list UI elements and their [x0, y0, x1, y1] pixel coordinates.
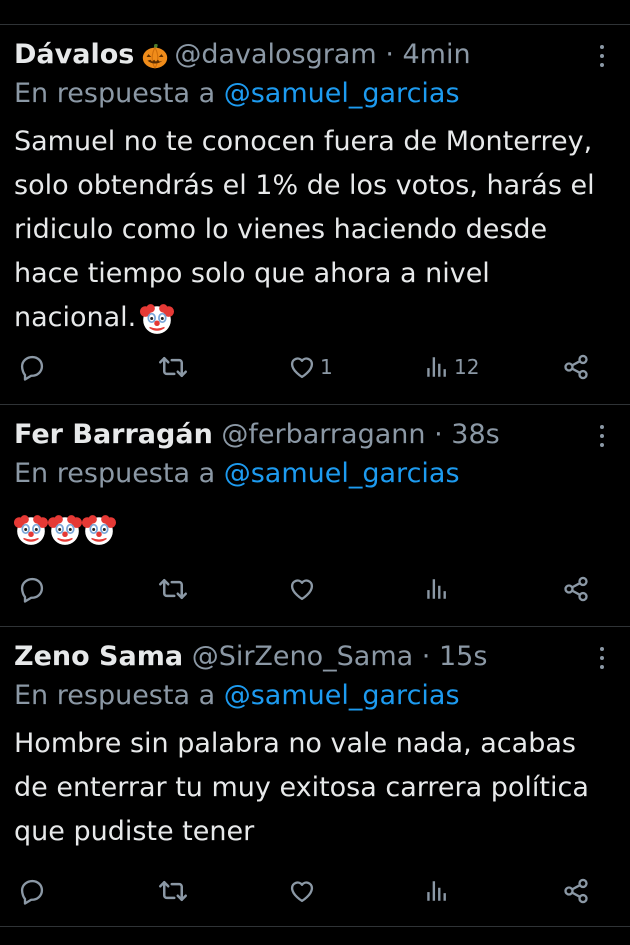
tweet-actions	[0, 569, 630, 609]
retweet-button[interactable]	[158, 569, 188, 609]
share-icon	[562, 877, 590, 905]
more-options-icon[interactable]	[590, 419, 614, 453]
tweet-text: Hombre sin palabra no vale nada, acabas …	[14, 722, 616, 854]
display-name[interactable]: Fer Barragán	[14, 419, 213, 450]
reply-context: En respuesta a @samuel_garcias	[14, 456, 460, 492]
retweet-icon	[158, 574, 188, 604]
reply-button[interactable]	[18, 871, 46, 911]
reply-to-link[interactable]: @samuel_garcias	[224, 78, 460, 109]
view-count: 12	[454, 355, 480, 379]
reply-prefix: En respuesta a	[14, 680, 216, 711]
user-handle[interactable]: @ferbarragann	[221, 419, 425, 450]
retweet-icon	[158, 876, 188, 906]
share-button[interactable]	[562, 569, 590, 609]
like-button[interactable]	[288, 569, 316, 609]
like-button[interactable]: 1	[288, 347, 333, 387]
reply-prefix: En respuesta a	[14, 78, 216, 109]
timestamp[interactable]: 15s	[439, 641, 487, 672]
like-button[interactable]	[288, 871, 316, 911]
pumpkin-icon	[140, 41, 170, 71]
views-button[interactable]	[424, 569, 450, 609]
views-icon	[424, 576, 450, 602]
display-name[interactable]: Zeno Sama	[14, 641, 183, 672]
views-button[interactable]	[424, 871, 450, 911]
retweet-button[interactable]	[158, 347, 188, 387]
tweet-text: Samuel no te conocen fuera de Monterrey,…	[14, 120, 616, 340]
clown-face-icon	[82, 513, 116, 547]
tweet-actions	[0, 871, 630, 911]
share-button[interactable]	[562, 871, 590, 911]
more-options-icon[interactable]	[590, 39, 614, 73]
reply-to-link[interactable]: @samuel_garcias	[224, 680, 460, 711]
share-button[interactable]	[562, 347, 590, 387]
separator-dot: ·	[385, 39, 394, 70]
timestamp[interactable]: 4min	[403, 39, 471, 70]
retweet-button[interactable]	[158, 871, 188, 911]
like-count: 1	[320, 355, 333, 379]
user-handle[interactable]: @davalosgram	[174, 39, 376, 70]
more-options-icon[interactable]	[590, 641, 614, 675]
tweet-text	[14, 509, 616, 549]
tweet-header: Dávalos @davalosgram · 4min	[14, 35, 570, 75]
tweet-actions: 1 12	[0, 347, 630, 387]
views-icon	[424, 878, 450, 904]
tweet-text-content: Samuel no te conocen fuera de Monterrey,…	[14, 126, 595, 333]
tweet-header: Zeno Sama @SirZeno_Sama · 15s	[14, 637, 570, 677]
retweet-icon	[158, 352, 188, 382]
separator-dot: ·	[421, 641, 431, 672]
divider	[0, 926, 630, 927]
heart-icon	[288, 353, 316, 381]
user-handle[interactable]: @SirZeno_Sama	[192, 641, 414, 672]
reply-context: En respuesta a @samuel_garcias	[14, 76, 460, 112]
views-icon	[424, 354, 450, 380]
share-icon	[562, 575, 590, 603]
tweet-header: Fer Barragán @ferbarragann · 38s	[14, 415, 570, 455]
clown-face-icon	[140, 302, 174, 336]
reply-icon	[18, 575, 46, 603]
clown-face-icon	[14, 513, 48, 547]
reply-button[interactable]	[18, 347, 46, 387]
reply-icon	[18, 877, 46, 905]
tweet[interactable]: Dávalos @davalosgram · 4min En respuesta …	[0, 24, 630, 405]
separator-dot: ·	[434, 419, 443, 450]
share-icon	[562, 353, 590, 381]
timestamp[interactable]: 38s	[451, 419, 499, 450]
tweet-text-content: Hombre sin palabra no vale nada, acabas …	[14, 728, 589, 847]
tweet[interactable]: Fer Barragán @ferbarragann · 38s En resp…	[0, 404, 630, 627]
reply-to-link[interactable]: @samuel_garcias	[224, 458, 460, 489]
reply-button[interactable]	[18, 569, 46, 609]
reply-icon	[18, 353, 46, 381]
views-button[interactable]: 12	[424, 347, 479, 387]
tweet[interactable]: Zeno Sama @SirZeno_Sama · 15s En respues…	[0, 626, 630, 927]
reply-context: En respuesta a @samuel_garcias	[14, 678, 460, 714]
heart-icon	[288, 575, 316, 603]
clown-face-icon	[48, 513, 82, 547]
display-name[interactable]: Dávalos	[14, 39, 134, 70]
heart-icon	[288, 877, 316, 905]
reply-prefix: En respuesta a	[14, 458, 216, 489]
